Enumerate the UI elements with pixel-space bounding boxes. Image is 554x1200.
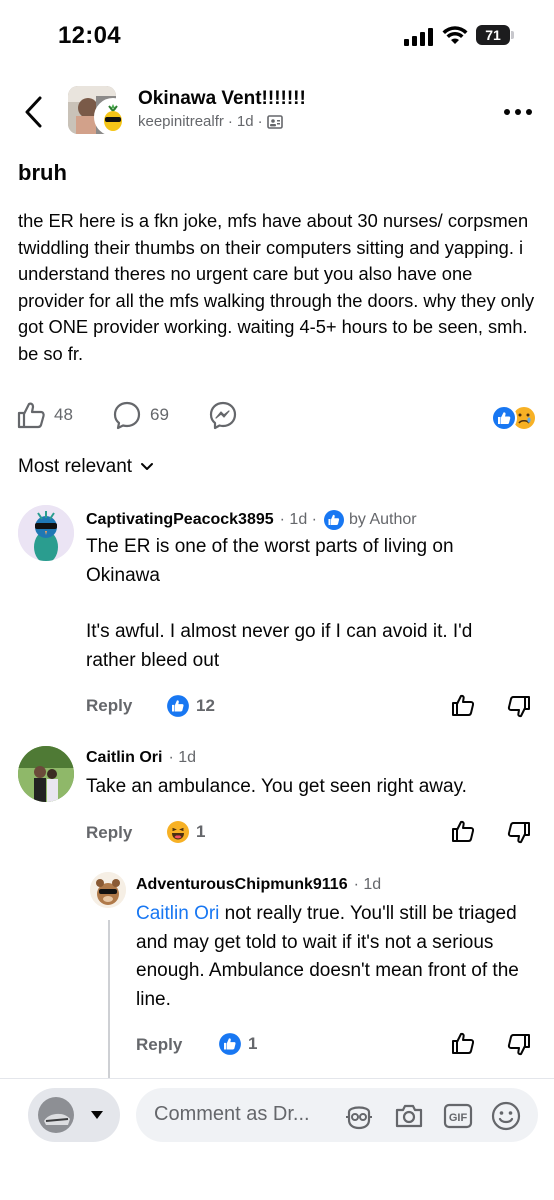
commenter-avatar[interactable]: [18, 505, 74, 561]
emoji-icon[interactable]: [490, 1100, 522, 1132]
author-like-badge-icon: [324, 510, 344, 530]
comment-header: Caitlin Ori · 1d: [86, 749, 196, 767]
comment-bubble-icon: [113, 401, 141, 430]
author-badge: by Author: [323, 509, 417, 531]
reaction-count: 1: [196, 822, 206, 841]
comment-text: Caitlin Ori not really true. You'll stil…: [136, 900, 540, 1014]
comment-reaction-count[interactable]: 1: [166, 820, 205, 844]
messenger-share-button[interactable]: [208, 400, 238, 430]
svg-text:GIF: GIF: [449, 1112, 468, 1124]
reactions-summary[interactable]: [490, 404, 538, 432]
profile-avatar: [38, 1097, 74, 1133]
comment-paragraph: The ER is one of the worst parts of livi…: [86, 536, 454, 586]
commenter-avatar[interactable]: [18, 746, 74, 802]
meta-separator: ·: [257, 113, 263, 130]
post-body: the ER here is a fkn joke, mfs have abou…: [18, 210, 535, 364]
comment-text: The ER is one of the worst parts of livi…: [86, 533, 526, 675]
like-icon: [17, 402, 45, 429]
upvote-icon[interactable]: [450, 1030, 476, 1056]
back-arrow-icon[interactable]: [20, 94, 48, 130]
reply-button[interactable]: Reply: [86, 823, 132, 843]
downvote-icon[interactable]: [506, 694, 532, 720]
meta-separator: ·: [227, 113, 233, 130]
post-title: bruh: [18, 160, 67, 185]
commenter-name[interactable]: AdventurousChipmunk9116: [136, 876, 348, 894]
comment-reaction-count[interactable]: 1: [218, 1032, 257, 1056]
comment-time: · 1d: [353, 876, 382, 893]
like-count: 48: [54, 405, 73, 424]
comment-actions: Reply: [136, 1035, 182, 1055]
battery-level: 71: [476, 25, 510, 45]
camera-icon[interactable]: [393, 1100, 425, 1132]
like-reaction-icon: [167, 695, 189, 717]
group-audience-icon: [266, 114, 283, 129]
chevron-down-icon: [141, 463, 154, 470]
like-reaction-icon: [219, 1033, 241, 1055]
comment-time: · 1d: [168, 749, 197, 766]
wifi-icon: [442, 26, 468, 44]
reply-button[interactable]: Reply: [86, 696, 132, 716]
status-time: 12:04: [58, 22, 121, 49]
commenter-name[interactable]: Caitlin Ori: [86, 749, 162, 767]
caret-down-icon: [91, 1111, 103, 1119]
comment-text: Take an ambulance. You get seen right aw…: [86, 776, 467, 797]
comment-button[interactable]: 69: [112, 400, 169, 430]
cellular-signal-icon: [404, 28, 434, 46]
sort-label: Most relevant: [18, 456, 133, 477]
comment-header: AdventurousChipmunk9116 · 1d: [136, 876, 381, 894]
upvote-icon[interactable]: [450, 692, 476, 718]
comment-time: · 1d ·: [279, 511, 317, 528]
comment-header: CaptivatingPeacock3895 · 1d · by Author: [86, 509, 417, 531]
more-options-icon[interactable]: [500, 100, 536, 124]
upvote-icon[interactable]: [450, 818, 476, 844]
comment-input-placeholder: Comment as Dr...: [154, 1103, 310, 1125]
messenger-icon: [209, 401, 237, 430]
haha-reaction-icon: [167, 821, 189, 843]
profile-switcher-button[interactable]: [28, 1088, 120, 1142]
group-name[interactable]: Okinawa Vent!!!!!!!: [138, 88, 306, 110]
author-badge-label: by Author: [349, 511, 417, 528]
comment-reaction-count[interactable]: 12: [166, 694, 215, 718]
comment-count: 69: [150, 405, 169, 424]
mention-link[interactable]: Caitlin Ori: [136, 903, 219, 924]
post-meta: keepinitrealfr · 1d ·: [138, 113, 283, 130]
comment-actions: Reply: [86, 823, 132, 843]
post-time: 1d: [236, 113, 254, 130]
downvote-icon[interactable]: [506, 1032, 532, 1058]
gif-icon[interactable]: GIF: [442, 1100, 474, 1132]
post-actions: 48 69: [16, 400, 540, 434]
comment-paragraph: It's awful. I almost never go if I can a…: [86, 621, 473, 671]
downvote-icon[interactable]: [506, 820, 532, 846]
like-button[interactable]: 48: [16, 400, 73, 430]
comment-actions: Reply: [86, 696, 132, 716]
reaction-count: 1: [248, 1034, 258, 1053]
status-bar: 12:04 71: [0, 0, 554, 72]
commenter-name[interactable]: CaptivatingPeacock3895: [86, 511, 274, 529]
author-avatar[interactable]: [94, 98, 132, 136]
post-author[interactable]: keepinitrealfr: [138, 113, 224, 130]
avatar-sticker-icon[interactable]: [343, 1100, 375, 1132]
reaction-count: 12: [196, 696, 215, 715]
comment-sort-dropdown[interactable]: Most relevant: [18, 456, 154, 478]
reply-button[interactable]: Reply: [136, 1035, 182, 1055]
reply-thread-line: [108, 920, 110, 1080]
commenter-avatar[interactable]: [90, 872, 126, 908]
battery-icon: 71: [476, 25, 514, 45]
